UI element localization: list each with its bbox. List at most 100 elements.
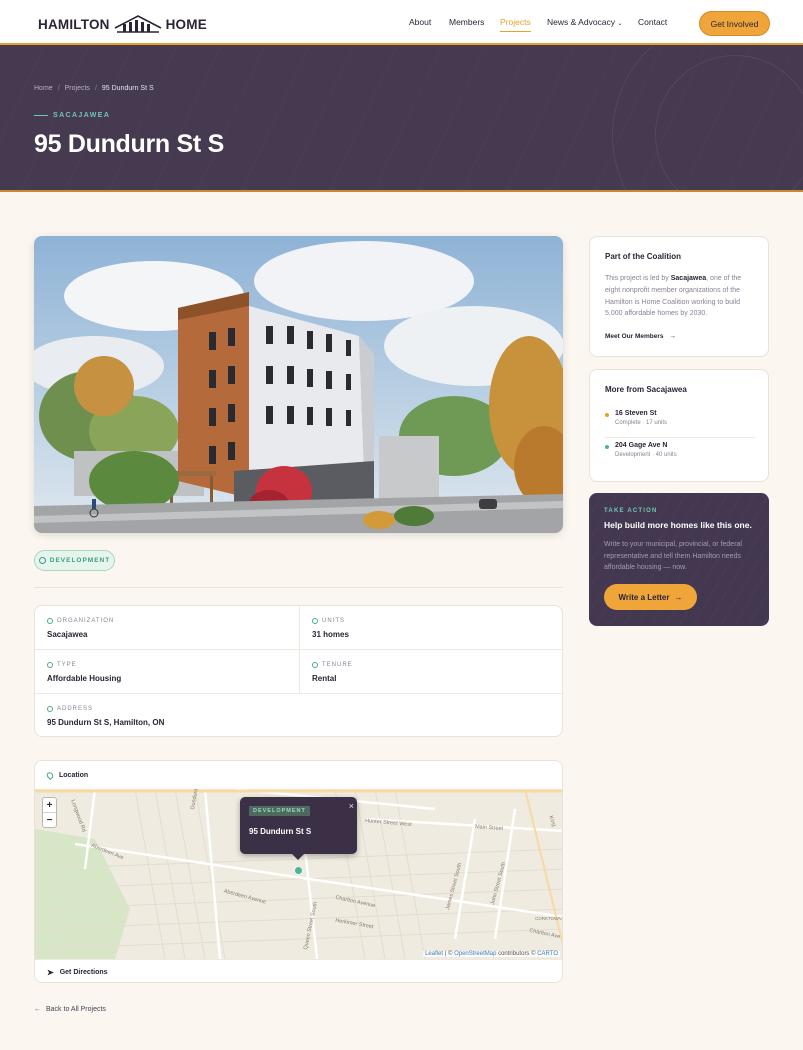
location-map-card: Location Longwood Rd Aberdeen Ave Hunter… xyxy=(34,760,563,983)
write-letter-button[interactable]: Write a Letter → xyxy=(604,584,697,610)
action-title: Help build more homes like this one. xyxy=(604,520,752,530)
project-rendering-image xyxy=(34,236,563,533)
logo-text-right: HOME xyxy=(165,16,207,32)
breadcrumb-separator: / xyxy=(94,85,97,92)
related-project-name: 204 Gage Ave N xyxy=(615,442,668,449)
get-involved-button[interactable]: Get Involved xyxy=(699,11,770,36)
meet-members-link[interactable]: Meet Our Members → xyxy=(605,333,676,340)
zoom-in-button[interactable]: + xyxy=(43,798,56,813)
item-divider xyxy=(605,437,755,438)
logo-text-left: HAMILTON xyxy=(38,16,110,32)
eyebrow-org: SACAJAWEA xyxy=(53,112,111,119)
detail-label: ADDRESS xyxy=(57,706,94,712)
directions-label: Get Directions xyxy=(59,968,108,976)
related-project-name: 16 Steven St xyxy=(615,410,657,417)
breadcrumb-separator: / xyxy=(57,85,60,92)
carto-link[interactable]: CARTO xyxy=(537,951,558,957)
more-projects-card: More from Sacajawea 16 Steven St Complet… xyxy=(589,369,769,482)
hero-eyebrow: SACAJAWEA xyxy=(34,112,110,119)
action-text: Write to your municipal, provincial, or … xyxy=(604,541,742,571)
detail-value: 95 Dundurn St S, Hamilton, ON xyxy=(47,718,165,727)
get-directions-link[interactable]: ➤ Get Directions xyxy=(35,959,562,982)
detail-tenure: TENURE Rental xyxy=(312,662,353,683)
popup-title: 95 Dundurn St S xyxy=(249,827,312,836)
coalition-title: Part of the Coalition xyxy=(605,252,681,261)
column-divider xyxy=(299,606,300,693)
back-link-label: Back to All Projects xyxy=(46,1006,106,1013)
detail-label: UNITS xyxy=(322,618,345,624)
map-view[interactable]: Longwood Rd Aberdeen Ave Dundurn Street … xyxy=(35,789,562,959)
zoom-out-button[interactable]: − xyxy=(43,813,56,828)
nav-news-label: News & Advocacy xyxy=(547,17,616,27)
district-label: CORKTOWN xyxy=(535,916,562,921)
navigation-arrow-icon: ➤ xyxy=(47,967,54,977)
write-letter-label: Write a Letter xyxy=(618,592,670,602)
leaflet-link[interactable]: Leaflet xyxy=(425,951,443,957)
building-icon xyxy=(47,618,53,624)
nav-about[interactable]: About xyxy=(409,17,431,27)
breadcrumb: Home / Projects / 95 Dundurn St S xyxy=(34,85,154,92)
popup-status-tag: DEVELOPMENT xyxy=(249,806,310,816)
nav-members[interactable]: Members xyxy=(449,17,484,27)
page-hero: Home / Projects / 95 Dundurn St S SACAJA… xyxy=(0,45,803,192)
more-projects-title: More from Sacajawea xyxy=(605,385,687,394)
status-dot xyxy=(605,413,609,417)
map-pin-icon xyxy=(47,706,53,712)
clock-icon xyxy=(38,557,46,564)
eyebrow-dash xyxy=(34,114,48,117)
action-eyebrow: TAKE ACTION xyxy=(604,508,658,514)
site-logo[interactable]: HAMILTON HOME xyxy=(38,13,207,35)
project-details-card: ORGANIZATION Sacajawea UNITS 31 homes TY… xyxy=(34,605,564,737)
arrow-right-icon: → xyxy=(669,333,676,340)
detail-label: TENURE xyxy=(322,662,353,668)
detail-address: ADDRESS 95 Dundurn St S, Hamilton, ON xyxy=(47,706,164,727)
house-logo-icon xyxy=(114,15,161,33)
back-to-projects-link[interactable]: ← Back to All Projects xyxy=(34,1006,106,1013)
nav-contact[interactable]: Contact xyxy=(638,17,667,27)
status-badge: DEVELOPMENT xyxy=(34,550,115,571)
user-icon xyxy=(312,662,318,668)
breadcrumb-current: 95 Dundurn St S xyxy=(101,85,154,92)
coalition-text: This project is led by Sacajawea, one of… xyxy=(605,273,753,320)
osm-link[interactable]: OpenStreetMap xyxy=(454,951,496,957)
map-pin-icon xyxy=(45,770,55,780)
attribution-text: | © xyxy=(443,951,455,957)
home-icon xyxy=(312,618,318,624)
detail-label: ORGANIZATION xyxy=(57,618,115,624)
meet-members-label: Meet Our Members xyxy=(605,333,664,340)
related-project-item[interactable]: 204 Gage Ave N Development · 40 units xyxy=(605,442,755,458)
map-attribution: Leaflet | © OpenStreetMap contributors ©… xyxy=(423,951,560,957)
nav-projects[interactable]: Projects xyxy=(500,17,531,32)
coalition-text-pre: This project is led by xyxy=(605,275,671,282)
chevron-down-icon: ⌄ xyxy=(617,21,623,27)
map-zoom-control: + − xyxy=(42,797,57,828)
map-popup: DEVELOPMENT 95 Dundurn St S × xyxy=(240,797,357,860)
project-map-marker[interactable] xyxy=(294,866,303,875)
arrow-left-icon: ← xyxy=(34,1006,41,1013)
detail-type: TYPE Affordable Housing xyxy=(47,662,121,683)
breadcrumb-projects[interactable]: Projects xyxy=(65,85,90,92)
map-heading: Location xyxy=(59,771,89,779)
related-project-meta: Development · 40 units xyxy=(615,452,677,458)
row-divider xyxy=(35,693,564,694)
detail-value: Sacajawea xyxy=(47,630,88,639)
site-header: HAMILTON HOME About Members Projects New… xyxy=(0,0,803,45)
status-dot xyxy=(605,445,609,449)
detail-label: TYPE xyxy=(57,662,77,668)
take-action-card: TAKE ACTION Help build more homes like t… xyxy=(589,493,769,626)
breadcrumb-home[interactable]: Home xyxy=(34,85,53,92)
detail-value: Rental xyxy=(312,674,337,683)
detail-organization: ORGANIZATION Sacajawea xyxy=(47,618,114,639)
related-project-item[interactable]: 16 Steven St Complete · 17 units xyxy=(605,410,755,426)
close-icon[interactable]: × xyxy=(349,801,354,811)
arrow-right-icon: → xyxy=(674,592,683,602)
related-project-meta: Complete · 17 units xyxy=(615,420,668,426)
coalition-org: Sacajawea xyxy=(670,275,707,282)
detail-units: UNITS 31 homes xyxy=(312,618,349,639)
detail-value: 31 homes xyxy=(312,630,349,639)
map-header: Location xyxy=(35,761,562,789)
detail-value: Affordable Housing xyxy=(47,674,122,683)
tag-icon xyxy=(47,662,53,668)
nav-news-advocacy[interactable]: News & Advocacy ⌄ xyxy=(547,17,622,27)
status-label: DEVELOPMENT xyxy=(49,557,111,564)
